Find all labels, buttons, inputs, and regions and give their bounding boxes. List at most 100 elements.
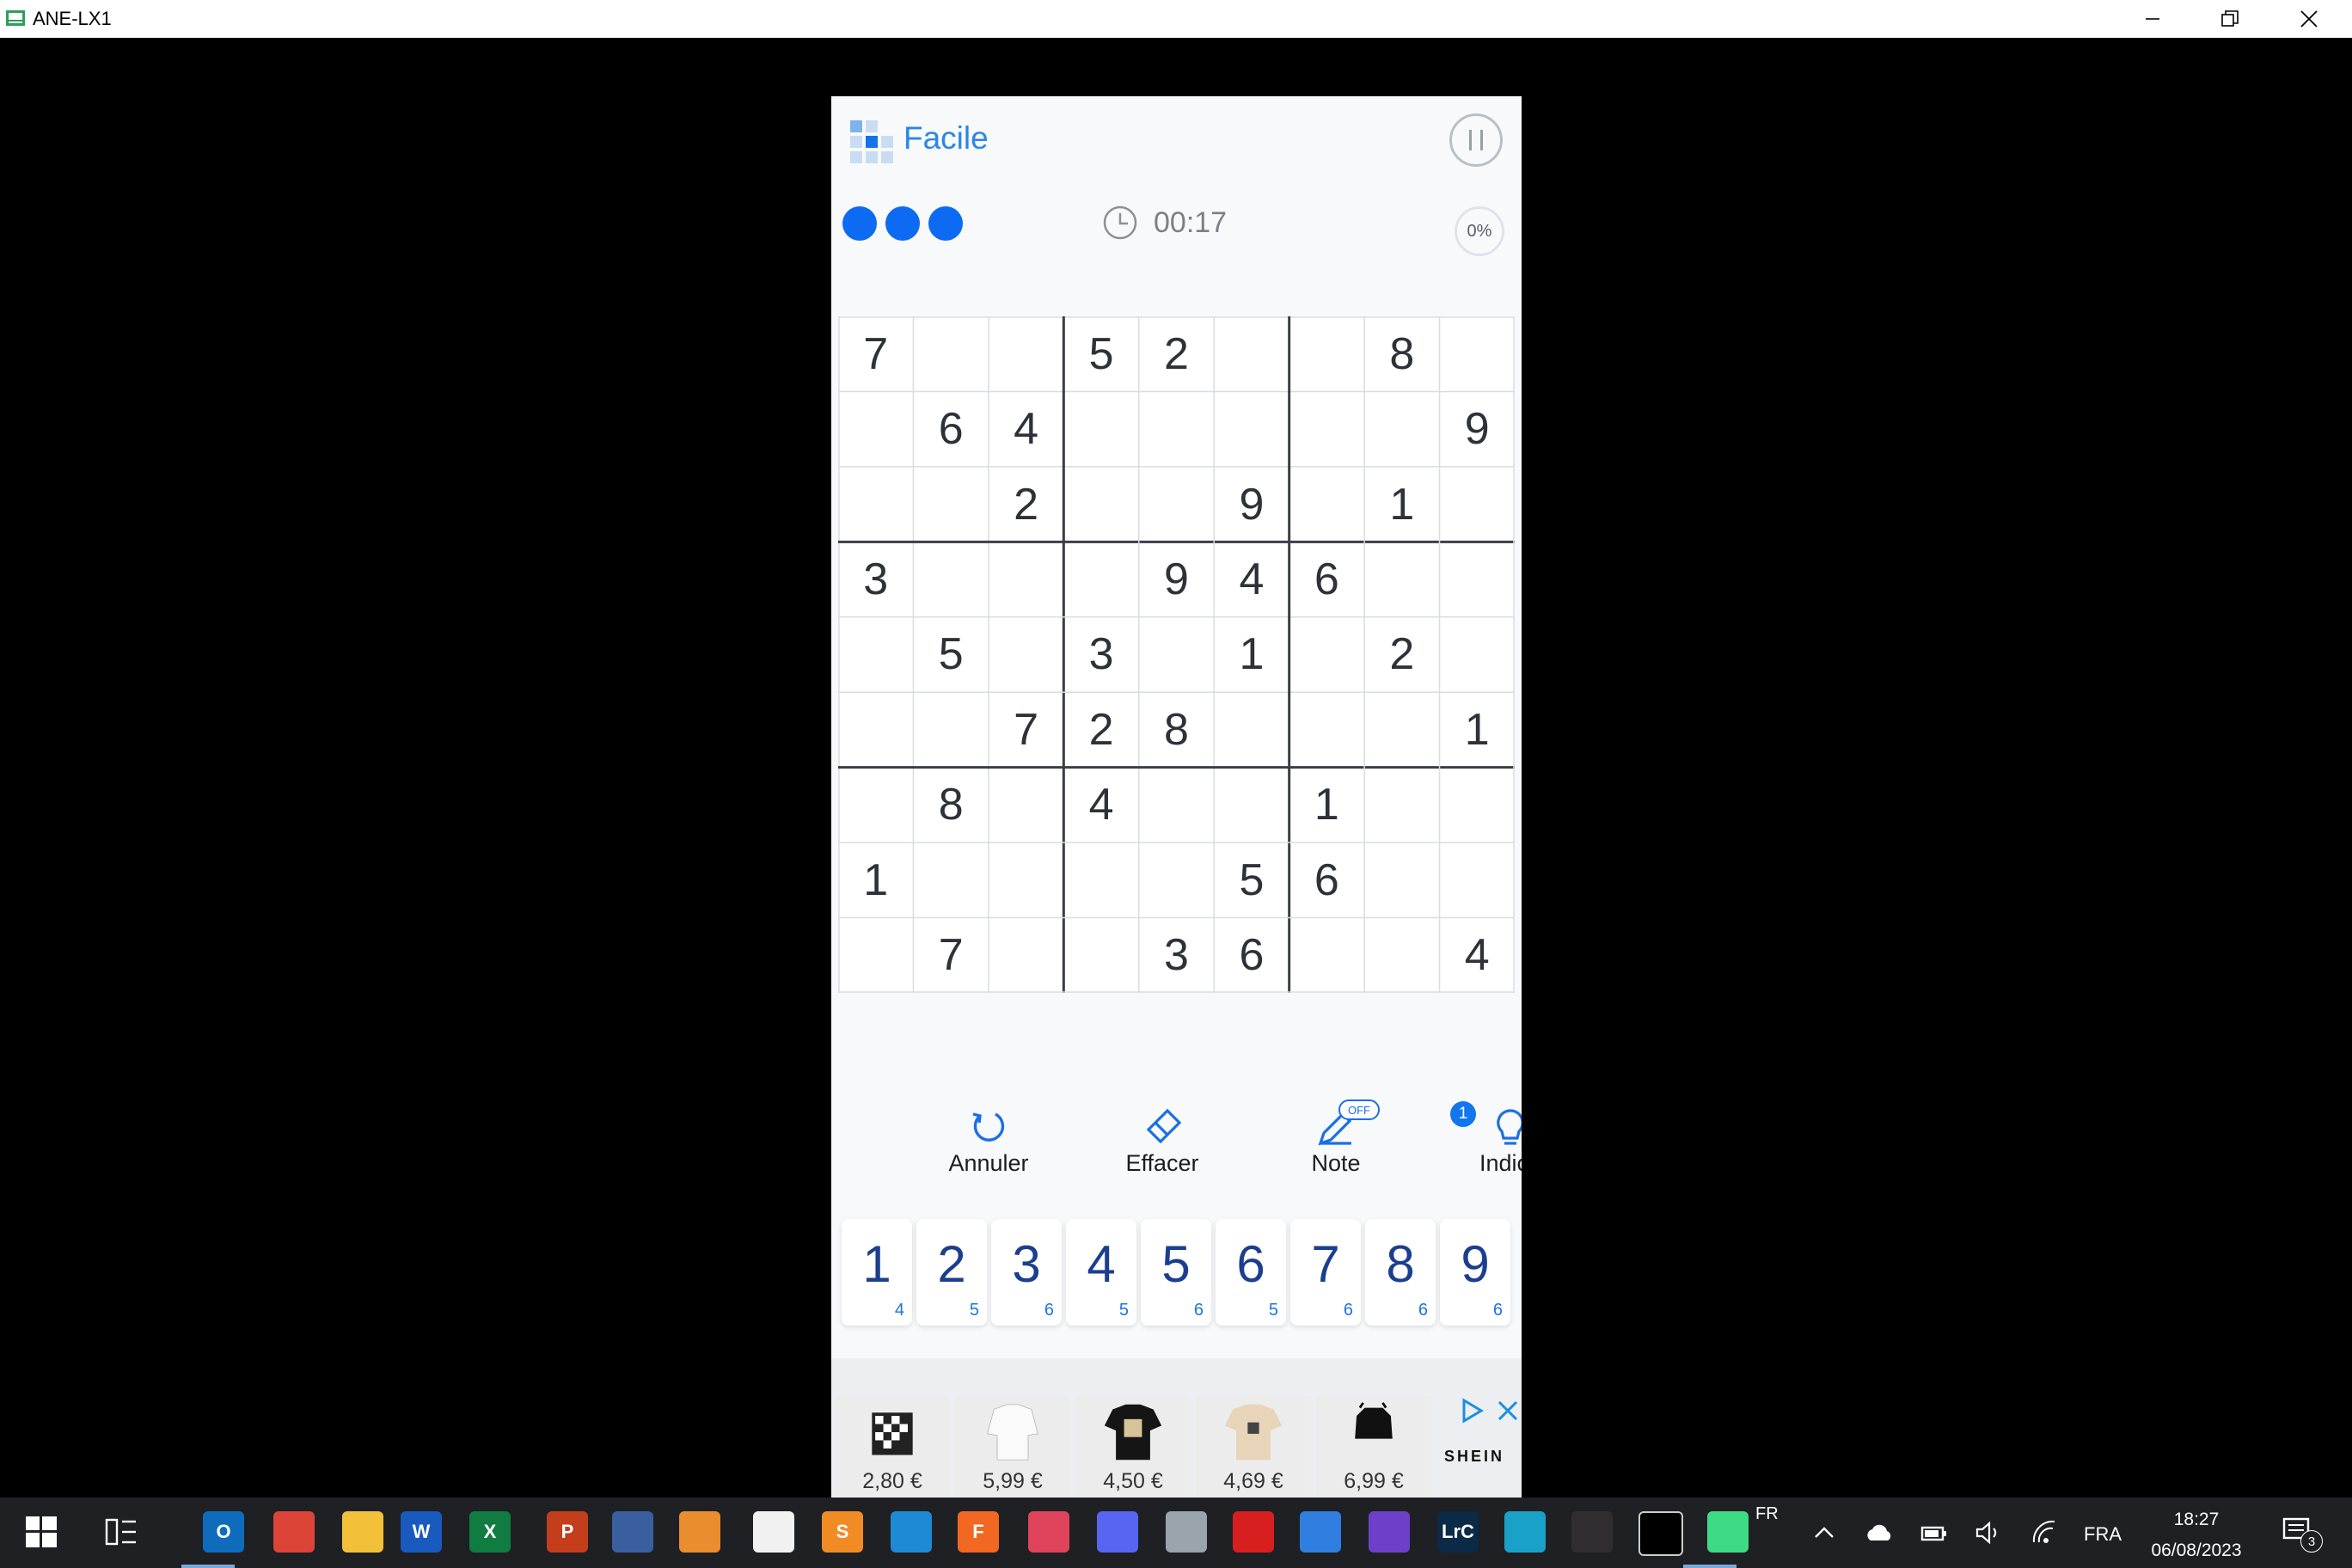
grid-cell[interactable] [913,542,989,617]
windows-start-icon[interactable] [26,1516,57,1547]
grid-cell[interactable] [1364,768,1440,842]
taskbar-python-file-icon[interactable] [753,1511,794,1553]
grid-cell[interactable] [1440,617,1515,692]
ad-brand[interactable]: SHEIN [1444,1448,1504,1466]
number-key-1[interactable]: 14 [842,1219,912,1326]
grid-cell[interactable]: 3 [1139,918,1214,993]
grid-cell[interactable] [913,842,989,918]
grid-cell[interactable]: 4 [989,391,1063,467]
ad-choices-icon[interactable] [1461,1398,1485,1424]
task-view-icon[interactable] [105,1516,138,1547]
grid-cell[interactable] [989,542,1063,617]
grid-cell[interactable] [1440,842,1515,918]
taskbar-word-icon[interactable]: W [401,1511,442,1553]
grid-cell[interactable] [989,768,1063,842]
grid-cell[interactable]: 8 [1364,316,1440,391]
grid-cell[interactable] [1289,391,1364,467]
taskbar-agent-app-icon[interactable] [1166,1511,1207,1553]
ad-product[interactable]: 4,69 € [1196,1396,1311,1496]
grid-cell[interactable] [913,692,989,768]
grid-cell[interactable]: 3 [838,542,913,617]
taskbar-vscode-icon[interactable] [891,1511,932,1553]
erase-button[interactable]: Effacer [1089,1104,1235,1177]
grid-cell[interactable]: 2 [989,467,1063,542]
ad-product[interactable]: 5,99 € [955,1396,1070,1496]
taskbar-obs-icon[interactable] [1571,1511,1613,1553]
taskbar-split-app-icon[interactable] [1504,1511,1546,1553]
grid-cell[interactable] [1214,316,1289,391]
grid-cell[interactable]: 6 [1214,918,1289,993]
grid-cell[interactable] [1364,542,1440,617]
taskbar-terminal-icon[interactable] [1638,1511,1683,1556]
grid-cell[interactable] [1440,542,1515,617]
taskbar-app-store-icon[interactable] [1300,1511,1341,1553]
grid-cell[interactable] [1289,467,1364,542]
grid-cell[interactable] [1063,842,1139,918]
grid-cell[interactable] [1214,768,1289,842]
taskbar-android-emulator-icon[interactable] [1707,1511,1749,1553]
grid-cell[interactable] [1063,542,1139,617]
number-key-6[interactable]: 65 [1216,1219,1286,1326]
grid-cell[interactable]: 2 [1364,617,1440,692]
grid-cell[interactable]: 7 [838,316,913,391]
grid-cell[interactable] [1139,617,1214,692]
grid-cell[interactable] [1063,918,1139,993]
number-key-4[interactable]: 45 [1066,1219,1136,1326]
grid-cell[interactable] [838,391,913,467]
keyboard-layout-indicator[interactable]: FR [1755,1504,1779,1524]
taskbar-file-explorer-icon[interactable] [342,1511,383,1553]
grid-cell[interactable] [1440,467,1515,542]
grid-cell[interactable] [1364,692,1440,768]
pause-button[interactable] [1449,113,1503,167]
grid-cell[interactable] [1139,768,1214,842]
taskbar-fusion360-icon[interactable]: F [958,1511,999,1553]
clock-time[interactable]: 18:27 [2142,1510,2251,1530]
grid-cell[interactable] [838,918,913,993]
grid-cell[interactable]: 6 [1289,542,1364,617]
language-indicator[interactable]: FRA [2084,1523,2122,1546]
grid-cell[interactable] [1139,842,1214,918]
grid-cell[interactable]: 6 [913,391,989,467]
grid-cell[interactable] [1364,918,1440,993]
grid-cell[interactable] [913,316,989,391]
number-key-7[interactable]: 76 [1290,1219,1361,1326]
notification-center-button[interactable]: 3 [2282,1515,2323,1553]
grid-cell[interactable]: 9 [1214,467,1289,542]
grid-cell[interactable]: 1 [838,842,913,918]
grid-cell[interactable]: 5 [913,617,989,692]
ad-close-icon[interactable] [1495,1398,1521,1424]
grid-cell[interactable] [989,316,1063,391]
grid-cell[interactable]: 8 [913,768,989,842]
grid-cell[interactable]: 5 [1063,316,1139,391]
taskbar-discord-icon[interactable] [1097,1511,1138,1553]
grid-cell[interactable]: 2 [1063,692,1139,768]
number-key-9[interactable]: 96 [1440,1219,1510,1326]
taskbar-media-player-icon[interactable] [679,1511,720,1553]
grid-cell[interactable] [1289,316,1364,391]
grid-cell[interactable]: 1 [1440,692,1515,768]
grid-cell[interactable] [913,467,989,542]
grid-cell[interactable] [1364,391,1440,467]
grid-cell[interactable] [838,467,913,542]
taskbar-excel-icon[interactable]: X [469,1511,511,1553]
grid-cell[interactable] [838,692,913,768]
taskbar-chrome-icon[interactable] [273,1511,315,1553]
grid-cell[interactable]: 2 [1139,316,1214,391]
taskbar-sublime-icon[interactable]: S [822,1511,863,1553]
minimize-button[interactable] [2113,0,2192,38]
grid-cell[interactable] [1440,316,1515,391]
grid-cell[interactable]: 4 [1440,918,1515,993]
grid-cell[interactable] [1139,391,1214,467]
grid-cell[interactable] [1289,617,1364,692]
grid-cell[interactable] [838,768,913,842]
taskbar-acrobat-icon[interactable] [1233,1511,1274,1553]
volume-icon[interactable] [1974,1520,2005,1546]
ad-product[interactable]: 4,50 € [1075,1396,1191,1496]
grid-cell[interactable]: 3 [1063,617,1139,692]
number-key-5[interactable]: 56 [1141,1219,1211,1326]
chevron-up-icon[interactable] [1809,1520,1840,1546]
grid-cell[interactable]: 7 [989,692,1063,768]
restore-button[interactable] [2190,0,2269,38]
grid-cell[interactable] [989,918,1063,993]
grid-cell[interactable]: 6 [1289,842,1364,918]
